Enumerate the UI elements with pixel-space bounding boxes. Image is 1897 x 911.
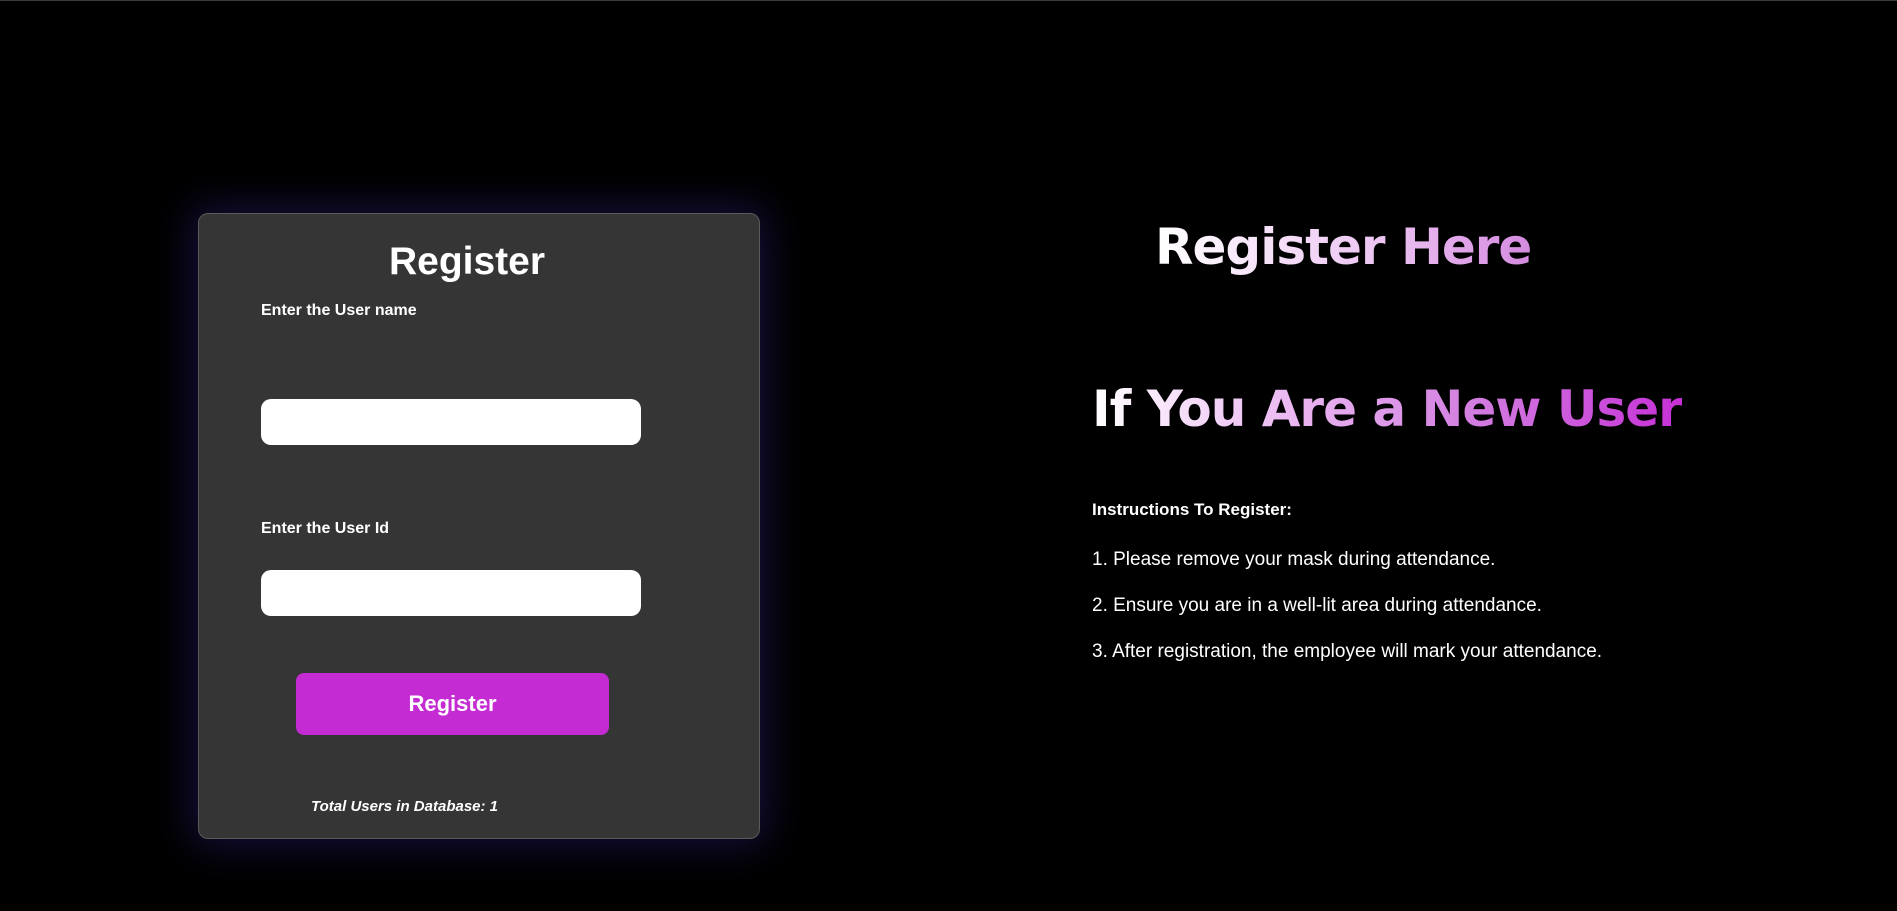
top-border-line (0, 0, 1897, 1)
hero-title: Register Here (1155, 218, 1532, 276)
register-card: Register Enter the User name Enter the U… (198, 213, 760, 839)
instruction-item: 3. After registration, the employee will… (1092, 641, 1603, 662)
instruction-item: 1. Please remove your mask during attend… (1092, 549, 1496, 570)
instructions-list: 1. Please remove your mask during attend… (1092, 548, 1602, 686)
register-button[interactable]: Register (296, 673, 609, 735)
instructions-heading: Instructions To Register: (1092, 500, 1292, 519)
userid-label: Enter the User Id (261, 520, 390, 537)
instruction-item: 2. Ensure you are in a well-lit area dur… (1092, 595, 1542, 616)
userid-input[interactable] (261, 570, 641, 616)
register-card-title: Register (388, 240, 546, 283)
username-input[interactable] (261, 399, 641, 445)
username-label: Enter the User name (261, 302, 417, 319)
hero-subtitle: If You Are a New User (1092, 380, 1683, 438)
total-users-count: Total Users in Database: 1 (311, 798, 499, 815)
